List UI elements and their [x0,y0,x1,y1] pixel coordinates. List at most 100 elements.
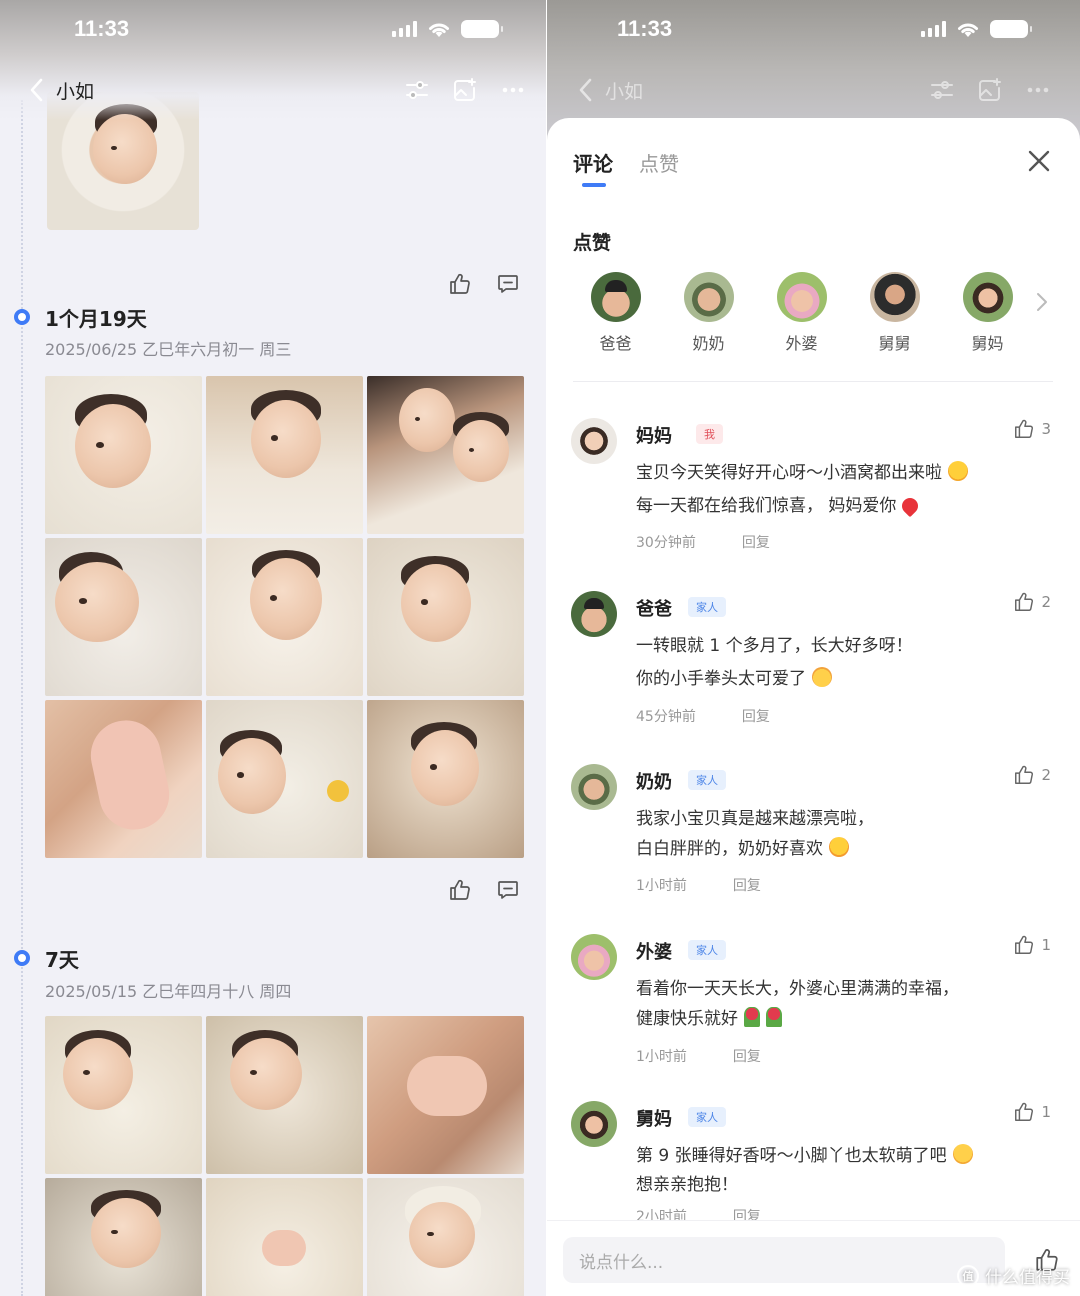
liker-name: 舅舅 [878,334,911,353]
battery-icon [461,20,503,38]
comment-input[interactable]: 说点什么... [563,1237,1005,1283]
comment-time: 1小时前 [636,878,687,894]
comment-like-button[interactable]: 2 [1013,764,1051,786]
photo-thumbnail[interactable] [367,538,524,696]
liker-item[interactable]: 舅舅 [848,272,941,354]
thumbs-up-icon[interactable] [448,878,472,902]
photo-thumbnail[interactable] [206,538,363,696]
photo-thumbnail[interactable] [45,538,202,696]
comments-sheet: 评论 点赞 点赞 爸爸 奶奶 外婆 舅舅 舅妈 妈妈 我 3 宝贝今天笑得好开心… [547,118,1080,1296]
avatar [571,591,617,637]
comment-text: 宝贝今天笑得好开心呀～小酒窝都出来啦 [636,458,968,483]
comment-author: 外婆 [636,942,672,963]
nav-actions [927,70,1053,110]
reply-button[interactable]: 回复 [733,875,761,895]
photo-thumbnail[interactable] [45,1178,202,1296]
likers-list: 爸爸 奶奶 外婆 舅舅 舅妈 [569,272,1034,354]
comment-text: 第 9 张睡得好香呀～小脚丫也太软萌了吧 [636,1141,973,1166]
comment-time: 45分钟前 [636,709,696,725]
tulip-icon [744,1007,760,1027]
like-count: 2 [1041,593,1051,611]
watermark-text: 什么值得买 [985,1268,1070,1288]
add-photo-icon[interactable] [975,75,1005,105]
timeline-dot [14,950,30,966]
entry-date: 2025/05/15 乙巳年四月十八 周四 [45,982,292,1001]
status-time: 11:33 [617,16,673,41]
avatar [571,1101,617,1147]
add-photo-icon[interactable] [450,75,480,105]
photo-thumbnail[interactable] [45,700,202,858]
photo-thumbnail[interactable] [206,700,363,858]
like-count: 3 [1041,420,1051,438]
liker-item[interactable]: 舅妈 [941,272,1034,354]
comment-like-button[interactable]: 1 [1013,934,1051,956]
timeline-line [21,100,23,1296]
photo-thumbnail[interactable] [206,1016,363,1174]
comment-text: 想亲亲抱抱！ [636,1175,738,1195]
comment-text: 每一天都在给我们惊喜， 妈妈爱你 [636,491,922,518]
photo-thumbnail[interactable] [45,376,202,534]
comment-meta: 1小时前 回复 [636,1046,761,1066]
photo-thumbnail[interactable] [367,376,524,534]
photo-thumbnail[interactable] [45,1016,202,1174]
photo-thumbnail[interactable] [206,1178,363,1296]
comment-like-button[interactable]: 2 [1013,591,1051,613]
reply-button[interactable]: 回复 [742,532,770,552]
thumbs-up-icon [1015,765,1034,784]
thumbs-up-icon[interactable] [448,272,472,296]
close-icon[interactable] [1024,146,1054,176]
filter-sliders-icon[interactable] [402,75,432,105]
comment-icon[interactable] [496,878,520,902]
avatar [962,272,1013,322]
liker-name: 外婆 [785,334,818,353]
tab-likes[interactable]: 点赞 [639,148,679,177]
watermark-logo-icon: 值 [957,1264,979,1287]
liker-item[interactable]: 奶奶 [662,272,755,354]
signal-icon [392,21,417,37]
chevron-right-icon[interactable] [1034,290,1050,314]
timeline-dot [14,309,30,325]
photo-thumbnail[interactable] [367,1016,524,1174]
thumbs-up-icon [1015,592,1034,611]
reply-button[interactable]: 回复 [742,706,770,726]
battery-icon [990,20,1032,38]
liker-item[interactable]: 爸爸 [569,272,662,354]
thumbs-up-icon [1015,419,1034,438]
back-chevron-icon[interactable] [575,77,597,103]
status-bar: 11:33 [74,14,129,44]
more-icon[interactable] [498,75,528,105]
comment-text: 看着你一天天长大，外婆心里满满的幸福， [636,979,959,999]
filter-sliders-icon[interactable] [927,75,957,105]
avatar [869,272,920,322]
wifi-icon [429,23,449,37]
comment-time: 1小时前 [636,1049,687,1065]
more-icon[interactable] [1023,75,1053,105]
avatar [590,272,641,322]
comments-screen: 11:33 小如 评论 点赞 点赞 爸爸 奶奶 外婆 舅舅 舅妈 妈妈 我 3 … [547,0,1080,1296]
photo-thumbnail[interactable] [367,700,524,858]
comment-like-button[interactable]: 1 [1013,1101,1051,1123]
tab-comments[interactable]: 评论 [573,148,613,177]
liker-item[interactable]: 外婆 [755,272,848,354]
author-tag: 家人 [688,597,726,617]
status-icons [392,14,503,44]
wifi-icon [958,23,978,37]
avatar [571,764,617,810]
reply-button[interactable]: 回复 [733,1046,761,1066]
like-count: 2 [1041,766,1051,784]
baby-face-icon [812,667,832,687]
author-tag: 家人 [688,770,726,790]
like-count: 1 [1041,1103,1051,1121]
entry-title: 1个月19天 [45,307,147,331]
entry-actions [448,878,520,902]
comment-like-button[interactable]: 3 [1013,418,1051,440]
back-chevron-icon[interactable] [26,77,48,103]
photo-thumbnail[interactable] [206,376,363,534]
status-icons [921,14,1032,44]
photo-thumbnail[interactable] [367,1178,524,1296]
comment-author: 妈妈 [636,426,672,447]
smiling-face-hearts-icon [948,461,968,481]
divider [573,381,1053,382]
comment-text: 你的小手拳头太可爱了 [636,664,832,689]
comment-icon[interactable] [496,272,520,296]
